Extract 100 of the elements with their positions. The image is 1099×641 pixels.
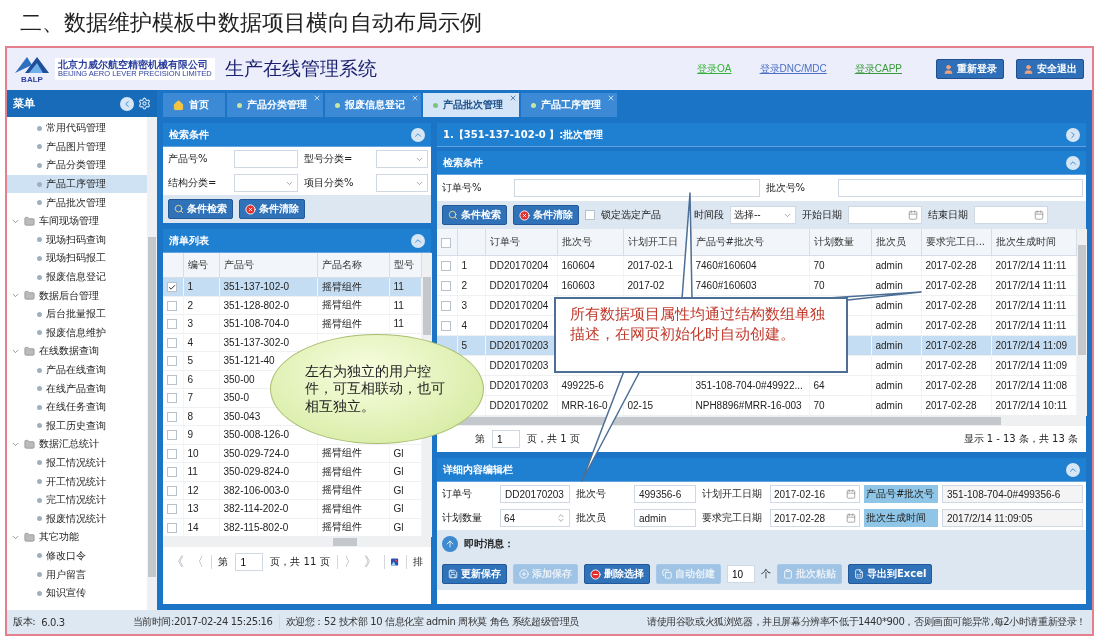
- menu-item[interactable]: 在线任务查询: [7, 397, 147, 417]
- menu-item[interactable]: 报废情况统计: [7, 509, 147, 529]
- header-button[interactable]: 安全退出: [1016, 59, 1084, 79]
- menu-group[interactable]: 在线数据查询: [7, 342, 147, 361]
- column-header[interactable]: 计划数量: [809, 229, 871, 256]
- input-field[interactable]: 499356-6: [634, 485, 696, 503]
- date-field[interactable]: 2017-02-16: [770, 485, 860, 503]
- collapse-icon[interactable]: [1066, 462, 1080, 477]
- checkbox[interactable]: [167, 504, 177, 515]
- readonly-field[interactable]: 2017/2/14 11:09:05: [942, 509, 1083, 527]
- menu-item[interactable]: 现场扫码查询: [7, 230, 147, 250]
- input-field[interactable]: admin: [634, 509, 696, 527]
- checkbox[interactable]: [167, 467, 177, 478]
- menu-item[interactable]: 开工情况统计: [7, 472, 147, 491]
- date-field[interactable]: 2017-02-28: [770, 509, 860, 527]
- menu-item[interactable]: 产品批次管理: [7, 193, 147, 212]
- tab[interactable]: 产品工序管理: [521, 93, 617, 117]
- menu-item[interactable]: 报废信息维护: [7, 323, 147, 343]
- column-header[interactable]: 批次号: [557, 229, 623, 256]
- menu-item[interactable]: 产品在线查询: [7, 360, 147, 380]
- select-field[interactable]: [234, 174, 298, 192]
- select-field[interactable]: [376, 150, 428, 168]
- date-field[interactable]: [974, 206, 1048, 224]
- menu-item[interactable]: 后台批量报工: [7, 304, 147, 324]
- checkbox[interactable]: [167, 448, 177, 459]
- checkbox[interactable]: [167, 319, 177, 330]
- action-button[interactable]: 导出到Excel: [848, 564, 933, 584]
- menu-item[interactable]: 产品工序管理: [7, 174, 147, 194]
- checkbox[interactable]: [441, 237, 451, 248]
- input-field[interactable]: DD20170203: [500, 485, 570, 503]
- collapse-icon[interactable]: [120, 96, 134, 111]
- menu-group[interactable]: 车间现场管理: [7, 211, 147, 231]
- menu-item[interactable]: 完工情况统计: [7, 490, 147, 510]
- tab[interactable]: 首页: [163, 93, 225, 117]
- toolbar-button[interactable]: 条件检索: [442, 205, 507, 225]
- column-header[interactable]: 型号: [389, 253, 421, 278]
- menu-item[interactable]: 报工情况统计: [7, 453, 147, 473]
- checkbox[interactable]: [441, 321, 451, 332]
- menu-item[interactable]: 常用代码管理: [7, 119, 147, 138]
- checkbox[interactable]: [167, 282, 177, 293]
- scrollbar[interactable]: [163, 537, 431, 547]
- tab[interactable]: 产品批次管理: [423, 93, 519, 117]
- menu-item[interactable]: 用户留言: [7, 565, 147, 584]
- checkbox[interactable]: [585, 210, 595, 220]
- count-field[interactable]: 10: [727, 565, 755, 583]
- collapse-icon[interactable]: [411, 233, 425, 248]
- checkbox[interactable]: [167, 411, 177, 422]
- column-header[interactable]: 要求完工日...: [921, 229, 991, 256]
- checkbox[interactable]: [167, 374, 177, 385]
- checkbox[interactable]: [167, 485, 177, 496]
- close-icon[interactable]: [509, 94, 517, 102]
- readonly-field[interactable]: 351-108-704-0#499356-6: [942, 485, 1083, 503]
- collapse-icon[interactable]: [1066, 155, 1080, 170]
- scrollbar[interactable]: [147, 117, 157, 610]
- collapse-icon[interactable]: [411, 127, 425, 142]
- menu-item[interactable]: 现场扫码报工: [7, 249, 147, 268]
- toolbar-button[interactable]: 条件清除: [239, 199, 305, 219]
- checkbox[interactable]: [441, 261, 451, 272]
- input-field[interactable]: [234, 150, 298, 168]
- column-header[interactable]: 产品号#批次号: [691, 229, 809, 256]
- scrollbar[interactable]: [1076, 229, 1087, 416]
- menu-item[interactable]: 产品图片管理: [7, 137, 147, 157]
- tab[interactable]: 报废信息登记: [325, 93, 421, 117]
- checkbox[interactable]: [167, 356, 177, 367]
- toolbar-button[interactable]: 条件清除: [513, 205, 579, 225]
- select-field[interactable]: [376, 174, 428, 192]
- menu-item[interactable]: 产品分类管理: [7, 156, 147, 175]
- menu-group[interactable]: 数据后台管理: [7, 286, 147, 305]
- checkbox[interactable]: [441, 281, 451, 292]
- header-link[interactable]: 登录DNC/MDC: [759, 62, 827, 76]
- checkbox[interactable]: [167, 337, 177, 348]
- column-header[interactable]: 批次员: [871, 229, 921, 256]
- date-field[interactable]: [848, 206, 922, 224]
- checkbox[interactable]: [167, 522, 177, 533]
- checkbox[interactable]: [441, 301, 451, 312]
- menu-item[interactable]: 报工历史查询: [7, 416, 147, 436]
- action-button[interactable]: 更新保存: [442, 564, 507, 584]
- expand-icon[interactable]: [1066, 127, 1080, 142]
- toolbar-button[interactable]: 条件检索: [168, 199, 233, 219]
- column-header[interactable]: 批次生成时间: [991, 229, 1076, 256]
- column-header[interactable]: 订单号: [485, 229, 557, 256]
- menu-item[interactable]: 报废信息登记: [7, 267, 147, 287]
- column-header[interactable]: 产品号: [219, 253, 317, 278]
- action-button[interactable]: 删除选择: [584, 564, 650, 584]
- select-field[interactable]: 选择--: [730, 206, 796, 224]
- menu-item[interactable]: 知识宣传: [7, 583, 147, 603]
- checkbox[interactable]: [167, 300, 177, 311]
- menu-group[interactable]: 其它功能: [7, 528, 147, 547]
- page-field[interactable]: 1: [235, 553, 264, 571]
- checkbox[interactable]: [167, 430, 177, 441]
- page-field[interactable]: 1: [492, 430, 520, 448]
- checkbox[interactable]: [167, 393, 177, 404]
- input-field[interactable]: [837, 179, 1083, 197]
- tab[interactable]: 产品分类管理: [227, 93, 323, 117]
- menu-item[interactable]: 修改口令: [7, 546, 147, 566]
- number-field[interactable]: 64: [500, 509, 570, 527]
- column-header[interactable]: 计划开工日: [623, 229, 691, 256]
- upload-icon[interactable]: [442, 536, 458, 552]
- menu-group[interactable]: 数据汇总统计: [7, 435, 147, 454]
- menu-item[interactable]: 在线产品查询: [7, 379, 147, 398]
